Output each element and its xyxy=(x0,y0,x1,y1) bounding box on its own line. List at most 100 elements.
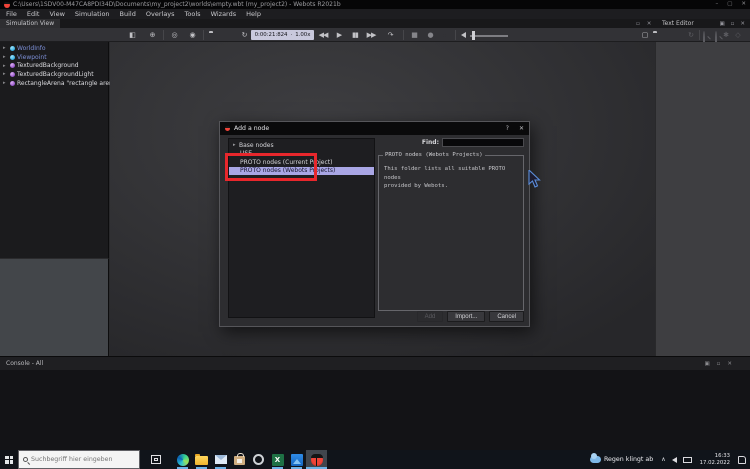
scene-tree-item-texturedbackgroundlight[interactable]: ▸ TexturedBackgroundLight xyxy=(0,70,108,79)
simulation-view-close-button[interactable]: ✕ xyxy=(647,21,652,27)
find-input[interactable] xyxy=(442,138,524,147)
menu-overlays[interactable]: Overlays xyxy=(146,10,175,18)
step-button-icon[interactable]: ↷ xyxy=(384,28,396,42)
menu-help[interactable]: Help xyxy=(246,10,261,18)
field-editor-panel xyxy=(0,258,109,356)
info-text-line1: This folder lists all suitable PROTO nod… xyxy=(384,165,518,182)
search-icon xyxy=(23,457,28,462)
console-output[interactable] xyxy=(0,370,750,450)
weather-cloud-icon xyxy=(590,456,601,463)
scene-tree-item-rectanglearena[interactable]: ▸ RectangleArena "rectangle arena" xyxy=(0,79,108,88)
scene-tree-item-texturedbackground[interactable]: ▸ TexturedBackground xyxy=(0,61,108,70)
weather-text: Regen klingt ab xyxy=(604,456,653,463)
stop-movie-icon[interactable]: ■ xyxy=(408,28,420,42)
menu-bar: File Edit View Simulation Build Overlays… xyxy=(0,9,750,19)
taskbar-edge[interactable] xyxy=(173,450,192,469)
restore-viewpoint-icon[interactable]: ⊕ xyxy=(146,28,158,42)
network-display-icon[interactable] xyxy=(683,457,692,463)
console-close-button[interactable]: ✕ xyxy=(727,361,732,367)
dialog-buttons: Add Import... Cancel xyxy=(417,311,524,322)
window-minimize-button[interactable]: – xyxy=(715,0,718,9)
toggle-scene-tree-icon[interactable]: ◧ xyxy=(126,28,138,42)
dialog-titlebar[interactable]: Add a node ? ✕ xyxy=(220,122,529,135)
volume-slider-track[interactable] xyxy=(470,35,508,37)
expander-icon[interactable]: ▸ xyxy=(3,80,7,86)
taskbar-weather[interactable]: Regen klingt ab xyxy=(586,450,657,469)
time-speed-separator: · xyxy=(290,32,292,38)
optional-rendering-eye-icon[interactable]: ◉ xyxy=(186,28,198,42)
text-editor-panel[interactable] xyxy=(655,42,750,356)
import-button[interactable]: Import... xyxy=(447,311,485,322)
view-mode-icon[interactable]: ◎ xyxy=(168,28,180,42)
menu-simulation[interactable]: Simulation xyxy=(75,10,110,18)
text-editor-dock-title: Text Editor xyxy=(662,19,694,28)
fast-forward-button-icon[interactable]: ▶▶ xyxy=(364,28,378,42)
expander-icon[interactable]: ▸ xyxy=(3,45,7,51)
expander-icon[interactable]: ▸ xyxy=(3,63,7,69)
menu-edit[interactable]: Edit xyxy=(27,10,40,18)
viewpoint-node-icon xyxy=(10,55,15,60)
text-editor-restore-button[interactable]: ▣ xyxy=(719,21,724,27)
taskbar-webots[interactable] xyxy=(306,450,327,469)
taskbar-excel[interactable]: X xyxy=(268,450,287,469)
play-button-icon[interactable]: ▶ xyxy=(333,28,345,42)
start-button[interactable] xyxy=(0,450,18,469)
taskbar-file-explorer[interactable] xyxy=(192,450,211,469)
task-view-button[interactable] xyxy=(146,450,165,469)
tab-simulation-view[interactable]: Simulation View xyxy=(0,19,60,28)
menu-tools[interactable]: Tools xyxy=(185,10,201,18)
sound-mute-icon[interactable] xyxy=(461,32,466,38)
expander-icon[interactable]: ▸ xyxy=(3,71,7,77)
window-close-button[interactable]: ✕ xyxy=(741,0,746,9)
window-maximize-button[interactable]: ▢ xyxy=(727,0,732,9)
volume-tray-icon[interactable] xyxy=(672,457,677,463)
menu-build[interactable]: Build xyxy=(120,10,136,18)
edge-icon xyxy=(177,454,189,466)
taskbar-store[interactable] xyxy=(230,450,249,469)
reload-world-icon[interactable]: ↻ xyxy=(238,28,250,42)
groupbox-title: PROTO nodes (Webots Projects) xyxy=(383,152,485,158)
taskbar-photos[interactable] xyxy=(287,450,306,469)
cancel-button[interactable]: Cancel xyxy=(489,311,524,322)
menu-view[interactable]: View xyxy=(49,10,64,18)
expander-icon[interactable]: ▸ xyxy=(3,54,7,60)
clock-date: 17.02.2022 xyxy=(700,460,730,466)
notification-center-icon[interactable] xyxy=(738,456,746,464)
record-movie-icon[interactable]: ● xyxy=(424,28,436,42)
scene-tree-item-worldinfo[interactable]: ▸ WorldInfo xyxy=(0,44,108,53)
editor-edit-icon[interactable]: ◇ xyxy=(733,28,743,42)
text-editor-float-button[interactable]: ▫ xyxy=(731,21,735,27)
speed-factor-value: 1.00x xyxy=(295,32,310,38)
console-restore-button[interactable]: ▣ xyxy=(704,361,709,367)
simulation-view-float-button[interactable]: ▫ xyxy=(636,21,640,27)
main-toolbar: ◧ ⊕ ◎ ◉ ↻ 0:00:21:824 · 1.00x ◀◀ ▶ ▮▮ ▶▶… xyxy=(0,28,750,42)
editor-preferences-gear-icon[interactable]: ✱ xyxy=(721,28,731,42)
taskbar-settings[interactable] xyxy=(249,450,268,469)
menu-file[interactable]: File xyxy=(6,10,17,18)
text-editor-close-button[interactable]: ✕ xyxy=(740,21,745,27)
dialog-tree-item-base-nodes[interactable]: ▸ Base nodes xyxy=(229,141,374,150)
dialog-close-button[interactable]: ✕ xyxy=(519,125,524,132)
hidden-icons-chevron[interactable]: ∧ xyxy=(661,456,665,463)
console-float-button[interactable]: ▫ xyxy=(717,361,721,367)
add-button[interactable]: Add xyxy=(417,311,444,322)
windows-taskbar: X Regen klingt ab ∧ 16:33 17.02.2022 xyxy=(0,450,750,469)
scene-tree-item-viewpoint[interactable]: ▸ Viewpoint xyxy=(0,53,108,62)
volume-slider-handle[interactable] xyxy=(472,31,475,40)
taskbar-search-box[interactable] xyxy=(18,450,140,469)
taskbar-clock[interactable]: 16:33 17.02.2022 xyxy=(698,453,732,466)
proto-node-icon xyxy=(10,81,15,86)
expander-icon[interactable]: ▸ xyxy=(233,142,237,148)
webots-logo-icon xyxy=(4,2,10,8)
taskbar-mail[interactable] xyxy=(211,450,230,469)
rewind-button-icon[interactable]: ◀◀ xyxy=(316,28,330,42)
virtual-time-display: 0:00:21:824 · 1.00x xyxy=(251,30,314,40)
windows-logo-icon xyxy=(5,456,13,464)
search-input[interactable] xyxy=(31,456,135,463)
dialog-help-button[interactable]: ? xyxy=(506,125,509,132)
editor-new-file-icon[interactable]: ▢ xyxy=(640,28,650,42)
photos-icon xyxy=(291,454,303,466)
editor-revert-icon[interactable]: ↻ xyxy=(686,28,696,42)
pause-button-icon[interactable]: ▮▮ xyxy=(349,28,361,42)
menu-wizards[interactable]: Wizards xyxy=(211,10,237,18)
